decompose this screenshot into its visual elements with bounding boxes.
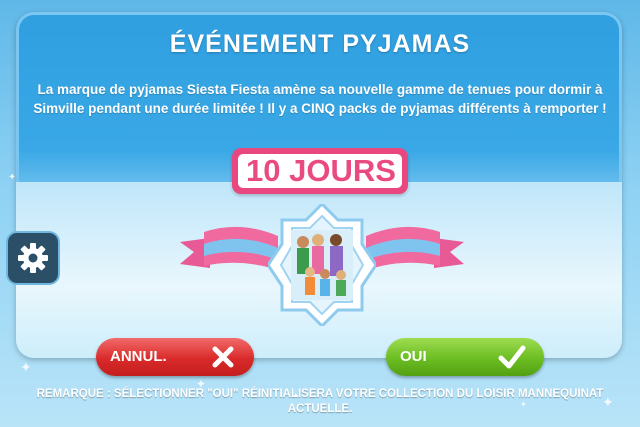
sims-family-portrait-icon xyxy=(291,230,353,300)
cancel-button[interactable]: ANNUL. xyxy=(96,338,254,376)
checkmark-icon xyxy=(498,345,526,369)
dialog-title: ÉVÉNEMENT PYJAMAS xyxy=(169,30,471,58)
sparkle-decoration: ✦ xyxy=(20,360,32,376)
gear-icon xyxy=(18,243,48,273)
duration-badge: 10 JOURS xyxy=(232,148,408,194)
settings-button[interactable] xyxy=(8,233,58,283)
confirm-button[interactable]: OUI xyxy=(386,338,544,376)
cancel-button-label: ANNUL. xyxy=(110,348,167,365)
confirm-button-label: OUI xyxy=(400,348,427,365)
cross-icon xyxy=(212,346,234,368)
ribbon-right-decoration xyxy=(366,226,464,270)
duration-badge-text: 10 JOURS xyxy=(238,154,402,188)
reset-warning-note: REMARQUE : SÉLECTIONNER "OUI" RÉINITIALI… xyxy=(36,388,604,415)
ribbon-left-decoration xyxy=(180,226,278,270)
dialog-description: La marque de pyjamas Siesta Fiesta amène… xyxy=(33,82,607,116)
event-emblem xyxy=(266,201,378,329)
